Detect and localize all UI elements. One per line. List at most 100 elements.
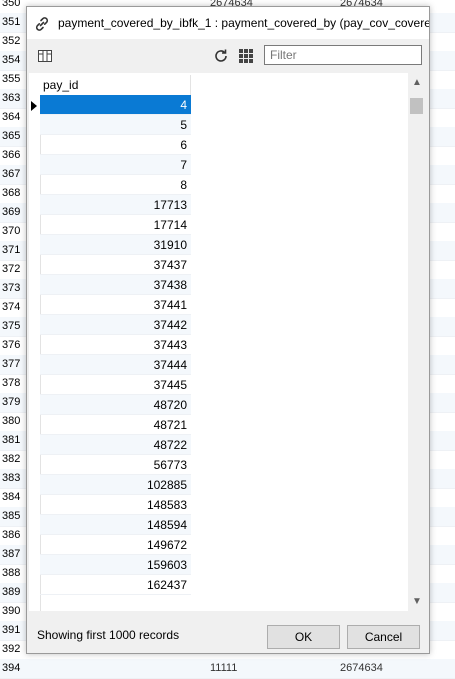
table-row[interactable]: 48722 (40, 435, 191, 455)
pay-id-cell: 48721 (153, 418, 187, 432)
pay-id-cell: 7 (180, 158, 187, 172)
current-row-marker-icon (31, 101, 37, 111)
table-row[interactable]: 37444 (40, 355, 191, 375)
table-row[interactable]: 37442 (40, 315, 191, 335)
pay-id-cell: 8 (180, 178, 187, 192)
background-row-number: 368 (2, 187, 21, 199)
background-row-number: 392 (2, 643, 21, 655)
link-icon (35, 17, 49, 31)
pay-id-cell: 37441 (153, 298, 187, 312)
table-row[interactable]: 8 (40, 175, 191, 195)
pay-id-cell: 48722 (153, 438, 187, 452)
background-row-number: 369 (2, 206, 21, 218)
background-row-number: 365 (2, 130, 21, 142)
pay-id-cell: 37437 (153, 258, 187, 272)
background-row-number: 378 (2, 377, 21, 389)
table-row[interactable]: 162437 (40, 575, 191, 595)
background-row-number: 389 (2, 586, 21, 598)
pay-id-cell: 48720 (153, 398, 187, 412)
pay-id-cell: 37444 (153, 358, 187, 372)
table-row[interactable]: 148583 (40, 495, 191, 515)
dialog-footer: Showing first 1000 records OK Cancel (27, 613, 429, 653)
cancel-button[interactable]: Cancel (347, 625, 420, 649)
table-row[interactable]: 56773 (40, 455, 191, 475)
background-row-number: 394 (2, 662, 21, 674)
pay-id-cell: 56773 (153, 458, 187, 472)
background-row-number: 366 (2, 149, 21, 161)
pay-id-cell: 5 (180, 118, 187, 132)
table-row[interactable]: 37441 (40, 295, 191, 315)
background-row-number: 379 (2, 396, 21, 408)
background-row-number: 387 (2, 548, 21, 560)
table-row[interactable]: 148594 (40, 515, 191, 535)
background-row-number: 363 (2, 92, 21, 104)
pay-id-cell: 37443 (153, 338, 187, 352)
ok-button[interactable]: OK (267, 625, 340, 649)
background-row-number: 375 (2, 320, 21, 332)
background-row-number: 373 (2, 282, 21, 294)
table-row[interactable]: 37443 (40, 335, 191, 355)
pay-id-cell: 31910 (153, 238, 187, 252)
pay-id-cell: 162437 (146, 578, 187, 592)
background-row-number: 355 (2, 73, 21, 85)
background-row-number: 351 (2, 16, 21, 28)
dialog-titlebar: payment_covered_by_ibfk_1 : payment_cove… (27, 7, 429, 39)
pay-id-cell: 4 (180, 98, 187, 112)
scroll-up-icon[interactable]: ▲ (412, 77, 422, 88)
pay-id-cell: 102885 (146, 478, 187, 492)
table-row[interactable]: 159603 (40, 555, 191, 575)
filter-input[interactable] (264, 45, 422, 65)
background-row-number: 386 (2, 529, 21, 541)
status-text: Showing first 1000 records (37, 628, 180, 642)
background-cell: 2674634 (340, 662, 383, 674)
table-row[interactable]: 48721 (40, 415, 191, 435)
dialog-toolbar (27, 40, 429, 72)
table-row[interactable]: 37438 (40, 275, 191, 295)
pay-id-cell: 149672 (146, 538, 187, 552)
table-row[interactable]: 4 (40, 95, 191, 115)
table-row[interactable]: 102885 (40, 475, 191, 495)
refresh-icon[interactable] (213, 48, 229, 64)
background-row-number: 367 (2, 168, 21, 180)
table-row[interactable]: 149672 (40, 535, 191, 555)
background-row-number: 391 (2, 624, 21, 636)
table-row[interactable]: 31910 (40, 235, 191, 255)
table-row[interactable]: 17713 (40, 195, 191, 215)
dialog-title: payment_covered_by_ibfk_1 : payment_cove… (58, 16, 429, 30)
background-row-number: 385 (2, 510, 21, 522)
pay-id-cell: 148583 (146, 498, 187, 512)
pay-id-cell: 17713 (153, 198, 187, 212)
pay-id-cell: 37438 (153, 278, 187, 292)
table-row[interactable]: 6 (40, 135, 191, 155)
grid-icon[interactable] (238, 48, 254, 64)
table-row[interactable]: 5 (40, 115, 191, 135)
table-row[interactable]: 7 (40, 155, 191, 175)
background-row-number: 377 (2, 358, 21, 370)
background-row-number: 352 (2, 35, 21, 47)
background-row-number: 380 (2, 415, 21, 427)
background-row-number: 370 (2, 225, 21, 237)
table-row[interactable]: 48720 (40, 395, 191, 415)
pay-id-cell: 37445 (153, 378, 187, 392)
rows-container: 4 5 6 7 8 17713 17714 31910 37437 37438 37441 37442… (40, 95, 191, 595)
pay-id-cell: 148594 (146, 518, 187, 532)
table-row[interactable]: 17714 (40, 215, 191, 235)
background-row-number: 382 (2, 453, 21, 465)
scroll-down-icon[interactable]: ▼ (412, 596, 422, 607)
background-row-number: 371 (2, 244, 21, 256)
background-row-number: 350 (2, 0, 21, 9)
records-grid[interactable]: pay_id 4 5 6 7 8 17713 17714 31910 37437 37438 374… (29, 73, 425, 611)
pay-id-cell: 37442 (153, 318, 187, 332)
table-row[interactable]: 37445 (40, 375, 191, 395)
background-row: 394 11111 2674634 (0, 659, 455, 679)
background-row-number: 390 (2, 605, 21, 617)
scroll-thumb[interactable] (410, 98, 423, 114)
vertical-scrollbar[interactable]: ▲ ▼ (408, 73, 425, 611)
background-cell: 11111 (210, 662, 238, 674)
column-layout-icon[interactable] (37, 48, 53, 64)
table-row[interactable]: 37437 (40, 255, 191, 275)
background-row-number: 364 (2, 111, 21, 123)
background-row-number: 376 (2, 339, 21, 351)
background-row-number: 372 (2, 263, 21, 275)
column-header-pay-id[interactable]: pay_id (40, 75, 191, 96)
